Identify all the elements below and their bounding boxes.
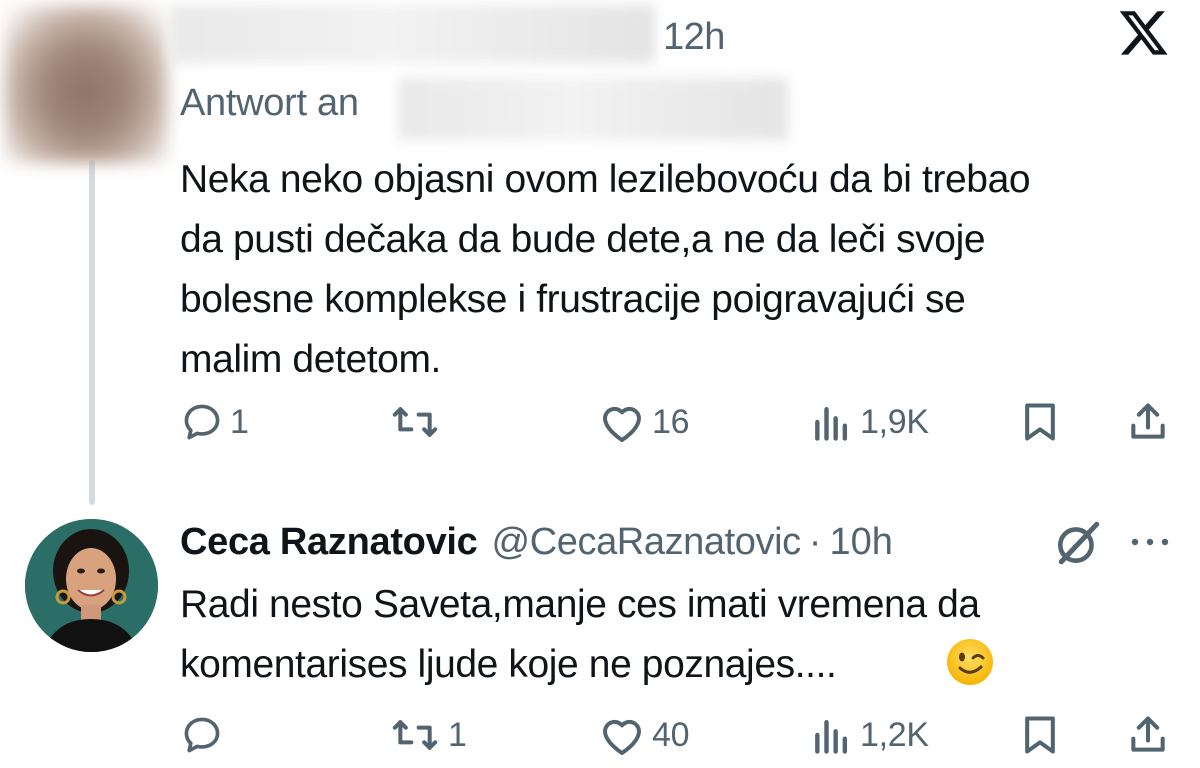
share-button[interactable] — [1126, 397, 1170, 447]
views-button[interactable]: 1,9K — [810, 397, 929, 447]
avatar[interactable] — [4, 5, 168, 163]
tweet-text: Radi nesto Saveta,manje ces imati vremen… — [180, 583, 980, 686]
more-icon[interactable] — [1128, 532, 1172, 552]
tweet-actions: 1 16 1,9K — [180, 397, 1180, 447]
repost-count: 1 — [448, 715, 467, 754]
thread-line — [89, 160, 95, 505]
views-button[interactable]: 1,2K — [810, 710, 929, 760]
view-count: 1,9K — [860, 402, 929, 441]
bookmark-icon — [1025, 716, 1055, 754]
avatar-portrait — [25, 519, 158, 652]
wink-emoji — [947, 639, 993, 685]
reply-to-label: Antwort an — [180, 82, 359, 124]
like-button[interactable]: 40 — [598, 710, 690, 760]
views-icon — [815, 719, 848, 754]
reply-icon — [184, 404, 220, 440]
share-button[interactable] — [1126, 710, 1170, 760]
view-count: 1,2K — [860, 715, 929, 754]
share-icon — [1131, 403, 1165, 439]
tweet-actions: 1 40 1,2K — [180, 710, 1180, 760]
repost-button[interactable]: 1 — [388, 710, 467, 760]
author-name[interactable]: Ceca Raznatovic — [180, 517, 478, 567]
x-logo-icon[interactable] — [1118, 10, 1170, 58]
reply-button[interactable] — [180, 710, 230, 760]
tweet-text: Neka neko objasni ovom lezilebovoću da b… — [180, 158, 1031, 381]
tweet-timestamp[interactable]: 12h — [663, 14, 725, 60]
reply-count: 1 — [230, 402, 249, 441]
reply-button[interactable]: 1 — [180, 397, 249, 447]
tweet-timestamp[interactable]: 10h — [829, 517, 892, 567]
heart-icon — [603, 719, 641, 755]
author-handle[interactable]: @CecaRaznatovic — [492, 517, 802, 567]
avatar[interactable] — [25, 519, 158, 652]
like-count: 40 — [652, 715, 690, 754]
grok-icon[interactable] — [1053, 518, 1103, 568]
redacted-author-name — [170, 5, 655, 63]
like-count: 16 — [652, 402, 690, 441]
tweet-header: Ceca Raznatovic @CecaRaznatovic · 10h — [180, 517, 893, 567]
repost-icon — [392, 720, 438, 750]
share-icon — [1131, 716, 1165, 752]
reply-icon — [184, 717, 220, 753]
like-button[interactable]: 16 — [598, 397, 690, 447]
redacted-reply-handle — [398, 78, 788, 140]
views-icon — [815, 406, 848, 441]
repost-icon — [392, 407, 438, 437]
bookmark-icon — [1025, 403, 1055, 441]
bookmark-button[interactable] — [1018, 710, 1062, 760]
heart-icon — [603, 406, 641, 442]
separator-dot: · — [808, 521, 822, 563]
repost-button[interactable] — [388, 397, 448, 447]
bookmark-button[interactable] — [1018, 397, 1062, 447]
